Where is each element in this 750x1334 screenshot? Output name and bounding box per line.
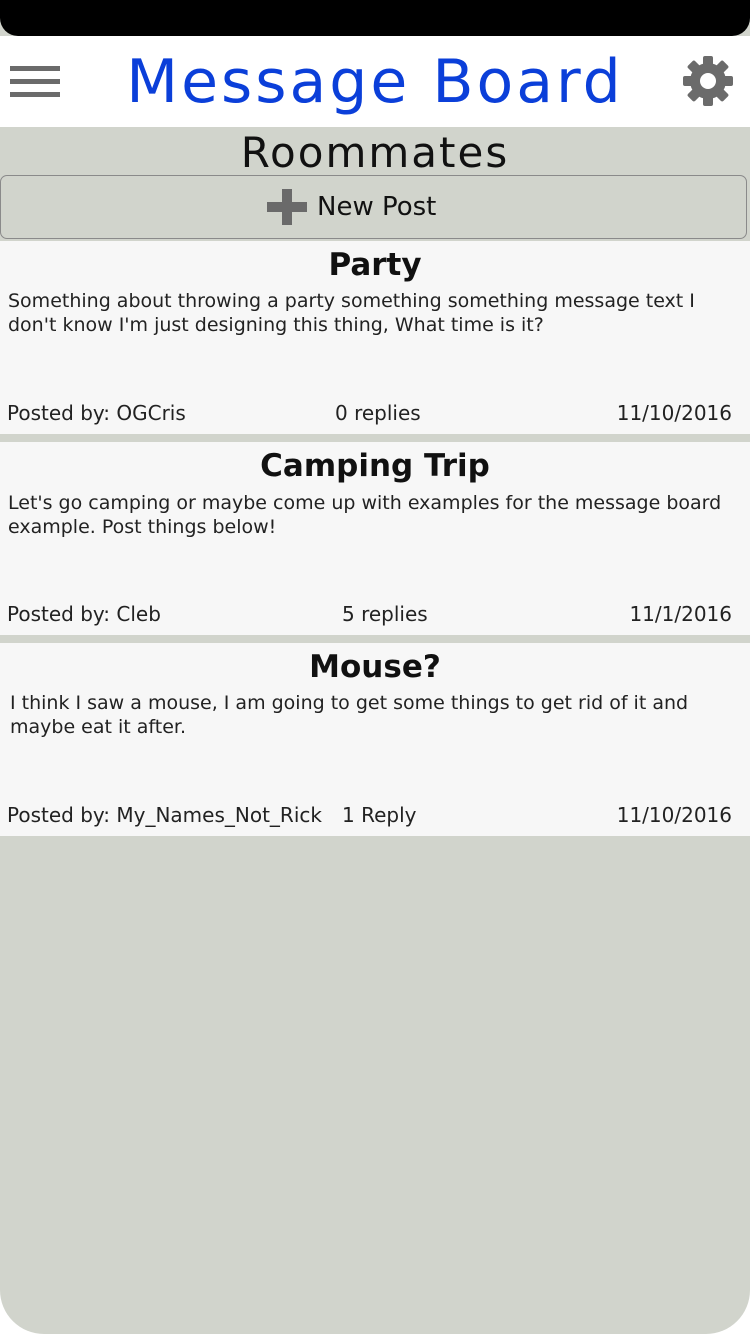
post-title: Mouse? [309,649,441,685]
post-title: Camping Trip [260,448,490,484]
post-card[interactable]: Mouse? I think I saw a mouse, I am going… [0,643,750,836]
post-author: Posted by: OGCris [7,401,186,425]
new-post-button[interactable]: New Post [0,175,747,239]
post-replies[interactable]: 5 replies [342,602,428,626]
status-bar [0,0,750,36]
post-card[interactable]: Party Something about throwing a party s… [0,241,750,434]
post-title: Party [328,247,422,283]
app-header: Message Board [0,36,750,127]
plus-icon [267,189,307,225]
post-body: Let's go camping or maybe come up with e… [8,492,722,538]
new-post-content: New Post [267,188,436,226]
board-name: Roommates [240,128,510,177]
post-author: Posted by: Cleb [7,602,161,626]
post-author: Posted by: My_Names_Not_Rick [7,803,322,827]
post-replies[interactable]: 1 Reply [342,803,416,827]
post-body: I think I saw a mouse, I am going to get… [10,692,689,738]
post-replies[interactable]: 0 replies [335,401,421,425]
post-date: 11/1/2016 [629,602,732,626]
phone-screen: Message Board Roommates New Post Party S… [0,0,750,1334]
post-date: 11/10/2016 [616,803,732,827]
post-date: 11/10/2016 [616,401,732,425]
app-title: Message Board [126,47,624,117]
post-body: Something about throwing a party somethi… [8,290,695,336]
new-post-label: New Post [317,192,437,222]
gear-icon[interactable] [682,55,734,107]
post-card[interactable]: Camping Trip Let's go camping or maybe c… [0,442,750,635]
